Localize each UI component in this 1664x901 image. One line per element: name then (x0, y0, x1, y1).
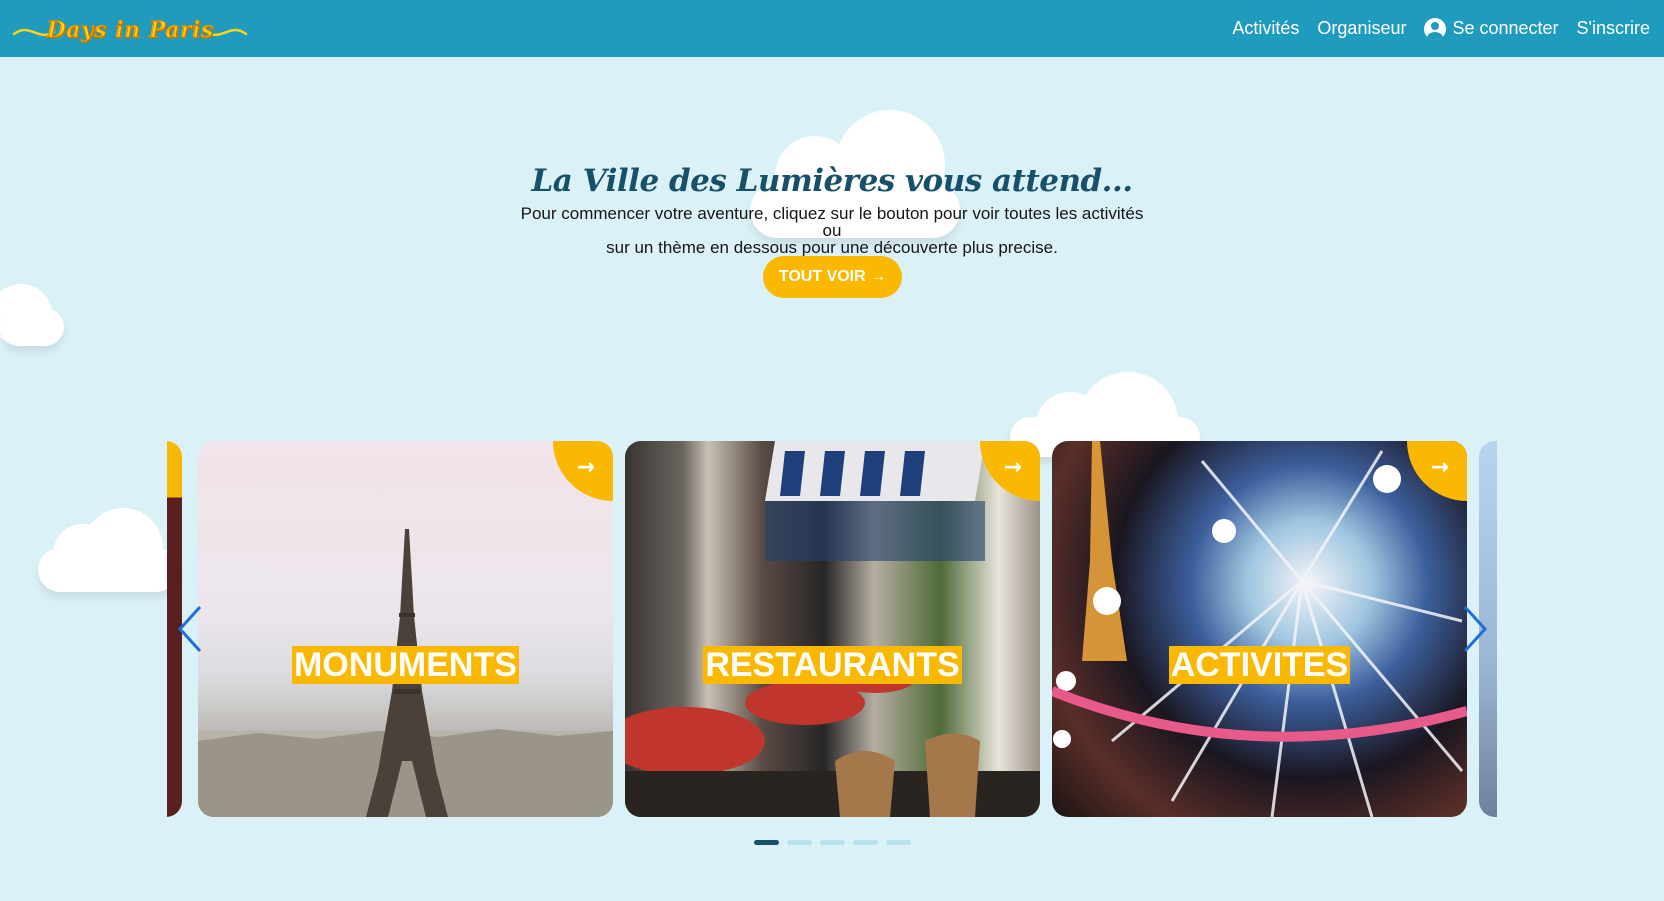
nav-link-login[interactable]: Se connecter (1424, 17, 1559, 40)
hero-description-line: Pour commencer votre aventure, cliquez s… (520, 204, 1144, 240)
cloud-icon (38, 508, 178, 593)
card-label-text: RESTAURANTS (703, 646, 962, 684)
cloud-icon (0, 282, 66, 348)
chevron-right-icon[interactable] (1461, 603, 1489, 655)
card-label: ACTIVITES (1052, 646, 1467, 684)
eiffel-tower-image (198, 529, 613, 817)
arrow-right-icon: → (576, 455, 595, 480)
cloud-icon (1010, 372, 1210, 472)
nav-link-activites[interactable]: Activités (1232, 18, 1299, 39)
card-label-text: MONUMENTS (292, 646, 519, 684)
arrow-right-icon: → (1003, 455, 1022, 480)
nav-link-login-label: Se connecter (1452, 18, 1559, 38)
hero-title: La Ville des Lumières vous attend... (531, 163, 1133, 199)
nav-link-organiseur[interactable]: Organiseur (1317, 18, 1406, 39)
carousel-dot-2[interactable] (787, 840, 812, 845)
category-carousel: MONUMENTS → RESTAURANTS → ACTIVITES → (167, 441, 1497, 817)
carousel-dot-1[interactable] (754, 840, 779, 845)
card-label: RESTAURANTS (625, 646, 1040, 684)
cafe-terrace-image (625, 441, 1040, 817)
user-circle-icon (1424, 17, 1447, 40)
carousel-card-restaurants[interactable]: RESTAURANTS → (625, 441, 1040, 817)
chevron-left-icon[interactable] (176, 603, 204, 655)
carousel-card-monuments[interactable]: MONUMENTS → (198, 441, 613, 817)
logo-text: Days in Paris (45, 17, 213, 43)
carousel-dot-4[interactable] (853, 840, 878, 845)
card-label-text: ACTIVITES (1168, 646, 1351, 684)
card-label: MONUMENTS (198, 646, 613, 684)
arrow-right-icon: → (1430, 455, 1449, 480)
logo-graphic: Days in Paris (12, 16, 248, 43)
carousel-dot-5[interactable] (886, 840, 911, 845)
nav-link-signup[interactable]: S'inscrire (1577, 18, 1650, 39)
carousel-ride-image (1052, 441, 1467, 817)
carousel-pagination (754, 840, 911, 845)
nav-links: Activités Organiseur Se connecter S'insc… (1214, 17, 1650, 40)
carousel-card-activites[interactable]: ACTIVITES → (1052, 441, 1467, 817)
navbar: Days in Paris Activités Organiseur Se co… (0, 0, 1664, 57)
carousel-dot-3[interactable] (820, 840, 845, 845)
site-logo[interactable]: Days in Paris (10, 8, 250, 50)
hero-description: Pour commencer votre aventure, cliquez s… (512, 205, 1152, 256)
see-all-button[interactable]: TOUT VOIR → (763, 256, 902, 298)
hero-description-line: sur un thème en dessous pour une découve… (606, 238, 1058, 257)
